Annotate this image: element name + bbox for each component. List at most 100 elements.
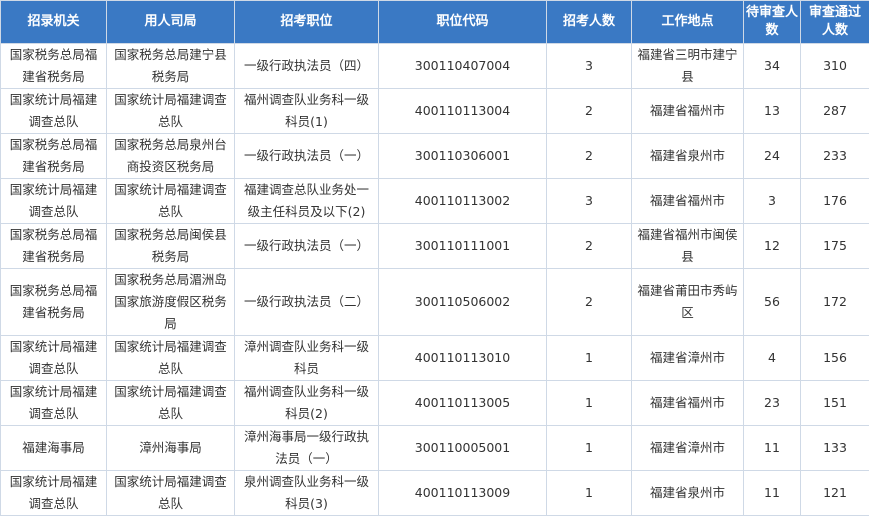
cell-position: 一级行政执法员（一） (235, 134, 379, 179)
cell-position: 一级行政执法员（一） (235, 224, 379, 269)
cell-location: 福建省莆田市秀屿区 (632, 269, 744, 336)
cell-location: 福建省漳州市 (632, 336, 744, 381)
cell-count: 1 (547, 336, 632, 381)
header-recruit-count: 招考人数 (547, 1, 632, 44)
cell-position: 福州调查队业务科一级科员(2) (235, 381, 379, 426)
cell-approved: 175 (801, 224, 869, 269)
header-position-code: 职位代码 (379, 1, 547, 44)
cell-code: 300110005001 (379, 426, 547, 471)
cell-location: 福建省漳州市 (632, 426, 744, 471)
cell-position: 泉州调查队业务科一级科员(3) (235, 471, 379, 516)
cell-location: 福建省福州市 (632, 89, 744, 134)
cell-count: 1 (547, 471, 632, 516)
recruitment-table: 招录机关 用人司局 招考职位 职位代码 招考人数 工作地点 待审查人数 审查通过… (0, 0, 869, 516)
cell-position: 一级行政执法员（二） (235, 269, 379, 336)
cell-bureau: 国家统计局福建调查总队 (107, 381, 235, 426)
cell-pending: 24 (744, 134, 801, 179)
cell-code: 400110113009 (379, 471, 547, 516)
cell-bureau: 国家统计局福建调查总队 (107, 336, 235, 381)
cell-bureau: 国家税务总局泉州台商投资区税务局 (107, 134, 235, 179)
cell-count: 1 (547, 426, 632, 471)
cell-position: 福建调查总队业务处一级主任科员及以下(2) (235, 179, 379, 224)
table-row: 福建海事局 漳州海事局 漳州海事局一级行政执法员（一） 300110005001… (1, 426, 869, 471)
cell-pending: 13 (744, 89, 801, 134)
cell-bureau: 国家统计局福建调查总队 (107, 179, 235, 224)
cell-bureau: 国家统计局福建调查总队 (107, 471, 235, 516)
cell-position: 一级行政执法员（四） (235, 44, 379, 89)
cell-code: 400110113004 (379, 89, 547, 134)
cell-position: 漳州海事局一级行政执法员（一） (235, 426, 379, 471)
cell-pending: 34 (744, 44, 801, 89)
cell-count: 3 (547, 44, 632, 89)
header-pending-review: 待审查人数 (744, 1, 801, 44)
cell-code: 400110113010 (379, 336, 547, 381)
cell-approved: 310 (801, 44, 869, 89)
cell-agency: 国家税务总局福建省税务局 (1, 224, 107, 269)
cell-location: 福建省福州市闽侯县 (632, 224, 744, 269)
cell-agency: 国家统计局福建调查总队 (1, 179, 107, 224)
cell-bureau: 国家税务总局湄洲岛国家旅游度假区税务局 (107, 269, 235, 336)
cell-approved: 151 (801, 381, 869, 426)
cell-agency: 国家税务总局福建省税务局 (1, 269, 107, 336)
cell-agency: 国家税务总局福建省税务局 (1, 134, 107, 179)
table-row: 国家税务总局福建省税务局 国家税务总局湄洲岛国家旅游度假区税务局 一级行政执法员… (1, 269, 869, 336)
cell-position: 福州调查队业务科一级科员(1) (235, 89, 379, 134)
table-row: 国家统计局福建调查总队 国家统计局福建调查总队 福建调查总队业务处一级主任科员及… (1, 179, 869, 224)
cell-location: 福建省福州市 (632, 179, 744, 224)
cell-agency: 国家统计局福建调查总队 (1, 336, 107, 381)
header-employing-bureau: 用人司局 (107, 1, 235, 44)
cell-code: 400110113005 (379, 381, 547, 426)
cell-approved: 121 (801, 471, 869, 516)
table-row: 国家统计局福建调查总队 国家统计局福建调查总队 泉州调查队业务科一级科员(3) … (1, 471, 869, 516)
table-row: 国家税务总局福建省税务局 国家税务总局泉州台商投资区税务局 一级行政执法员（一）… (1, 134, 869, 179)
cell-agency: 福建海事局 (1, 426, 107, 471)
cell-agency: 国家统计局福建调查总队 (1, 381, 107, 426)
cell-location: 福建省泉州市 (632, 134, 744, 179)
cell-pending: 4 (744, 336, 801, 381)
header-approved: 审查通过人数 (801, 1, 869, 44)
cell-code: 300110407004 (379, 44, 547, 89)
cell-approved: 133 (801, 426, 869, 471)
cell-code: 300110111001 (379, 224, 547, 269)
cell-code: 300110306001 (379, 134, 547, 179)
table-row: 国家统计局福建调查总队 国家统计局福建调查总队 福州调查队业务科一级科员(1) … (1, 89, 869, 134)
cell-count: 2 (547, 134, 632, 179)
cell-agency: 国家统计局福建调查总队 (1, 89, 107, 134)
table-row: 国家统计局福建调查总队 国家统计局福建调查总队 福州调查队业务科一级科员(2) … (1, 381, 869, 426)
cell-pending: 11 (744, 426, 801, 471)
header-row: 招录机关 用人司局 招考职位 职位代码 招考人数 工作地点 待审查人数 审查通过… (1, 1, 869, 44)
cell-agency: 国家统计局福建调查总队 (1, 471, 107, 516)
cell-count: 1 (547, 381, 632, 426)
table-row: 国家税务总局福建省税务局 国家税务总局建宁县税务局 一级行政执法员（四） 300… (1, 44, 869, 89)
cell-count: 2 (547, 89, 632, 134)
cell-location: 福建省三明市建宁县 (632, 44, 744, 89)
header-work-location: 工作地点 (632, 1, 744, 44)
cell-code: 300110506002 (379, 269, 547, 336)
cell-pending: 56 (744, 269, 801, 336)
cell-bureau: 国家税务总局建宁县税务局 (107, 44, 235, 89)
cell-count: 2 (547, 269, 632, 336)
cell-pending: 3 (744, 179, 801, 224)
cell-approved: 287 (801, 89, 869, 134)
cell-approved: 156 (801, 336, 869, 381)
cell-location: 福建省泉州市 (632, 471, 744, 516)
cell-approved: 176 (801, 179, 869, 224)
cell-count: 2 (547, 224, 632, 269)
cell-count: 3 (547, 179, 632, 224)
cell-position: 漳州调查队业务科一级科员 (235, 336, 379, 381)
table-row: 国家统计局福建调查总队 国家统计局福建调查总队 漳州调查队业务科一级科员 400… (1, 336, 869, 381)
cell-bureau: 漳州海事局 (107, 426, 235, 471)
cell-code: 400110113002 (379, 179, 547, 224)
cell-bureau: 国家税务总局闽侯县税务局 (107, 224, 235, 269)
cell-pending: 23 (744, 381, 801, 426)
cell-approved: 172 (801, 269, 869, 336)
cell-location: 福建省福州市 (632, 381, 744, 426)
cell-approved: 233 (801, 134, 869, 179)
cell-pending: 12 (744, 224, 801, 269)
table-row: 国家税务总局福建省税务局 国家税务总局闽侯县税务局 一级行政执法员（一） 300… (1, 224, 869, 269)
cell-agency: 国家税务总局福建省税务局 (1, 44, 107, 89)
header-position: 招考职位 (235, 1, 379, 44)
cell-bureau: 国家统计局福建调查总队 (107, 89, 235, 134)
header-recruiting-agency: 招录机关 (1, 1, 107, 44)
cell-pending: 11 (744, 471, 801, 516)
